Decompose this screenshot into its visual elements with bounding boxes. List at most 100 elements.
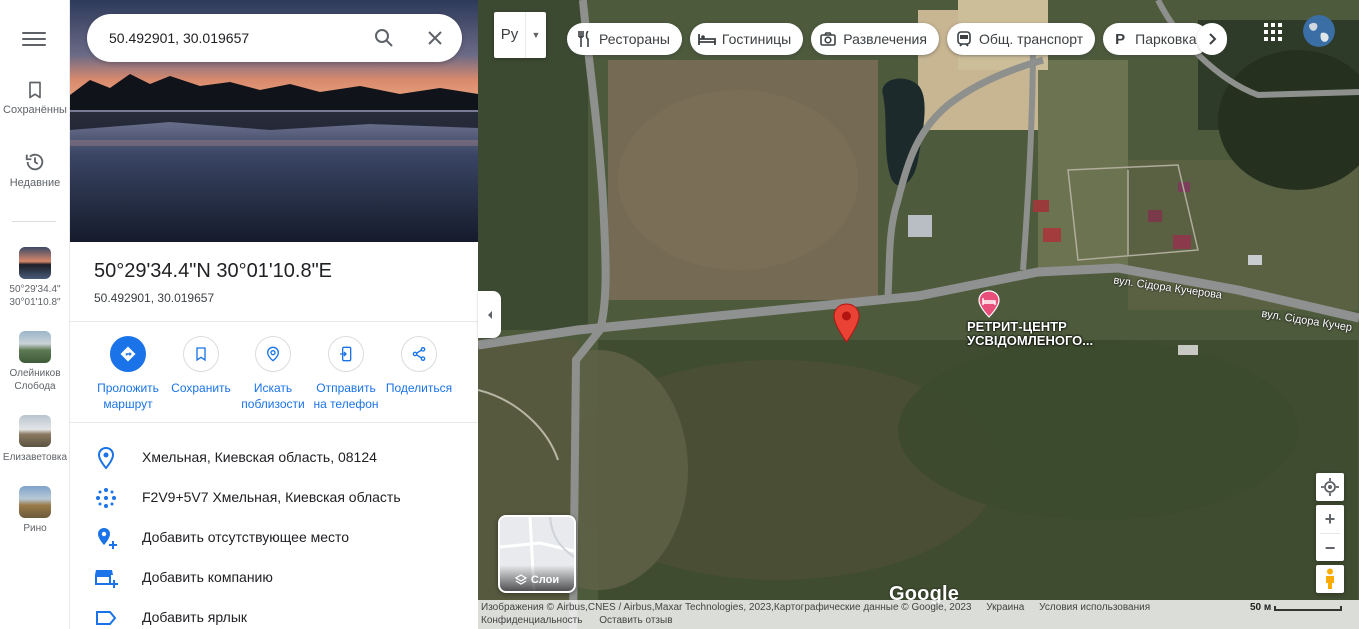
recent-button[interactable]: Недавние xyxy=(0,151,70,189)
add-place-icon xyxy=(98,528,117,549)
directions-icon xyxy=(110,336,146,372)
chip-label: Гостиницы xyxy=(721,31,792,47)
layers-label: Слои xyxy=(530,574,560,586)
map-canvas[interactable]: Ру ▼ Рестораны Гостиницы Развлечения Общ… xyxy=(478,0,1359,629)
share-icon xyxy=(401,336,437,372)
layers-icon xyxy=(514,574,527,585)
rail-divider xyxy=(12,221,56,222)
terms-link[interactable]: Условия использования xyxy=(1039,602,1150,613)
recent-item[interactable]: Олейников Слобода xyxy=(0,331,70,393)
recent-thumbnail xyxy=(19,415,51,447)
chevron-left-icon xyxy=(487,310,492,319)
search-icon[interactable] xyxy=(372,26,396,50)
action-label: Отправить на телефон xyxy=(313,381,379,411)
add-place-row[interactable]: Добавить отсутствующее место xyxy=(70,518,478,558)
scale-label[interactable]: 50 м xyxy=(1250,602,1271,613)
google-maps-app: Сохранённые Недавние 50°29'34.4" 30°01'1… xyxy=(0,0,1359,629)
chip-transit[interactable]: Общ. транспорт xyxy=(946,23,1096,55)
divider xyxy=(70,422,478,423)
pegman-icon xyxy=(1326,568,1334,589)
camera-icon xyxy=(819,30,837,48)
action-label: Поделиться xyxy=(385,381,453,395)
divider xyxy=(70,321,478,322)
my-location-icon xyxy=(1321,478,1339,496)
place-panel: 50°29'34.4"N 30°01'10.8"E 50.492901, 30.… xyxy=(70,0,478,629)
chip-hotels[interactable]: Гостиницы xyxy=(689,23,804,55)
chips-next-button[interactable] xyxy=(1197,23,1227,55)
restaurant-icon xyxy=(575,30,593,48)
action-label: Сохранить xyxy=(171,381,231,395)
recent-thumbnail xyxy=(19,247,51,279)
country-link[interactable]: Украина xyxy=(986,602,1024,613)
plus-code-row[interactable]: F2V9+5V7 Хмельная, Киевская область xyxy=(70,478,478,518)
add-label-text: Добавить ярлык xyxy=(142,609,248,625)
close-icon[interactable] xyxy=(423,26,447,50)
plus-code-text: F2V9+5V7 Хмельная, Киевская область xyxy=(142,489,401,505)
add-business-icon xyxy=(95,570,118,588)
nearby-icon xyxy=(255,336,291,372)
add-label-row[interactable]: Добавить ярлык xyxy=(70,598,478,629)
chip-parking[interactable]: P Парковка xyxy=(1103,23,1209,55)
avatar[interactable] xyxy=(1303,15,1335,47)
add-business-row[interactable]: Добавить компанию xyxy=(70,558,478,598)
street-view-pegman[interactable] xyxy=(1316,565,1344,593)
scale-bar[interactable] xyxy=(1274,606,1342,611)
my-location-button[interactable] xyxy=(1316,473,1344,501)
address-text: Хмельная, Киевская область, 08124 xyxy=(142,449,377,465)
save-button[interactable]: Сохранить xyxy=(164,336,238,396)
recent-item[interactable]: Елизаветовка xyxy=(0,415,70,464)
map-footer: Изображения © Airbus,CNES / Airbus,Maxar… xyxy=(478,600,1359,629)
layers-button[interactable]: Слои xyxy=(498,515,576,593)
location-pin-icon xyxy=(97,446,115,470)
earth-avatar-icon xyxy=(1303,15,1335,47)
chip-entertainment[interactable]: Развлечения xyxy=(811,23,939,55)
share-button[interactable]: Поделиться xyxy=(382,336,456,396)
feedback-link[interactable]: Оставить отзыв xyxy=(599,615,672,626)
label-icon xyxy=(96,611,117,625)
parking-icon: P xyxy=(1115,30,1126,48)
bookmark-icon xyxy=(29,81,41,99)
recent-item-label: 50°29'34.4" 30°01'10.8" xyxy=(9,284,61,308)
place-subtitle[interactable]: 50.492901, 30.019657 xyxy=(94,291,214,305)
plus-code-icon xyxy=(96,488,116,508)
action-label: Искать поблизости xyxy=(241,381,305,411)
poi-label[interactable]: РЕТРИТ-ЦЕНТР УСВІДОМЛЕНОГО... xyxy=(967,320,1093,348)
send-to-phone-icon xyxy=(328,336,364,372)
dropped-pin-icon[interactable] xyxy=(833,303,860,343)
recent-item[interactable]: Рино xyxy=(0,486,70,535)
zoom-out-button[interactable]: − xyxy=(1316,534,1344,562)
poi-label-line: УСВІДОМЛЕНОГО... xyxy=(967,333,1094,348)
recent-label: Недавние xyxy=(9,177,61,189)
chip-restaurants[interactable]: Рестораны xyxy=(567,23,682,55)
recent-item[interactable]: 50°29'34.4" 30°01'10.8" xyxy=(0,247,70,309)
nearby-button[interactable]: Искать поблизости xyxy=(236,336,310,412)
satellite-imagery xyxy=(478,0,1359,629)
hotel-poi-icon[interactable] xyxy=(978,290,1000,318)
transit-icon xyxy=(955,30,973,48)
caret-down-icon: ▼ xyxy=(531,30,541,40)
place-title: 50°29'34.4"N 30°01'10.8"E xyxy=(94,260,333,282)
bookmark-icon xyxy=(183,336,219,372)
left-rail: Сохранённые Недавние 50°29'34.4" 30°01'1… xyxy=(0,0,70,629)
search-input[interactable] xyxy=(109,26,349,50)
apps-grid-icon[interactable] xyxy=(1264,23,1282,41)
imagery-attribution: Изображения © Airbus,CNES / Airbus,Maxar… xyxy=(481,602,972,613)
chip-label: Общ. транспорт xyxy=(978,31,1084,47)
chip-label: Рестораны xyxy=(599,31,670,47)
privacy-link[interactable]: Конфиденциальность xyxy=(481,615,582,626)
chip-label: Парковка xyxy=(1135,31,1197,47)
category-chips: Рестораны Гостиницы Развлечения Общ. тра… xyxy=(567,23,1209,55)
add-place-text: Добавить отсутствующее место xyxy=(142,529,350,545)
zoom-control: + − xyxy=(1316,505,1344,561)
zoom-in-button[interactable]: + xyxy=(1316,505,1344,533)
saved-button[interactable]: Сохранённые xyxy=(0,80,70,116)
collapse-panel-button[interactable] xyxy=(478,291,501,338)
language-switcher[interactable]: Ру ▼ xyxy=(494,12,546,58)
recent-thumbnail xyxy=(19,331,51,363)
menu-icon[interactable] xyxy=(22,28,46,48)
address-row[interactable]: Хмельная, Киевская область, 08124 xyxy=(70,438,478,478)
directions-button[interactable]: Проложить маршрут xyxy=(91,336,165,412)
add-business-text: Добавить компанию xyxy=(142,569,273,585)
send-to-phone-button[interactable]: Отправить на телефон xyxy=(309,336,383,412)
recent-item-label: Елизаветовка xyxy=(2,452,68,463)
